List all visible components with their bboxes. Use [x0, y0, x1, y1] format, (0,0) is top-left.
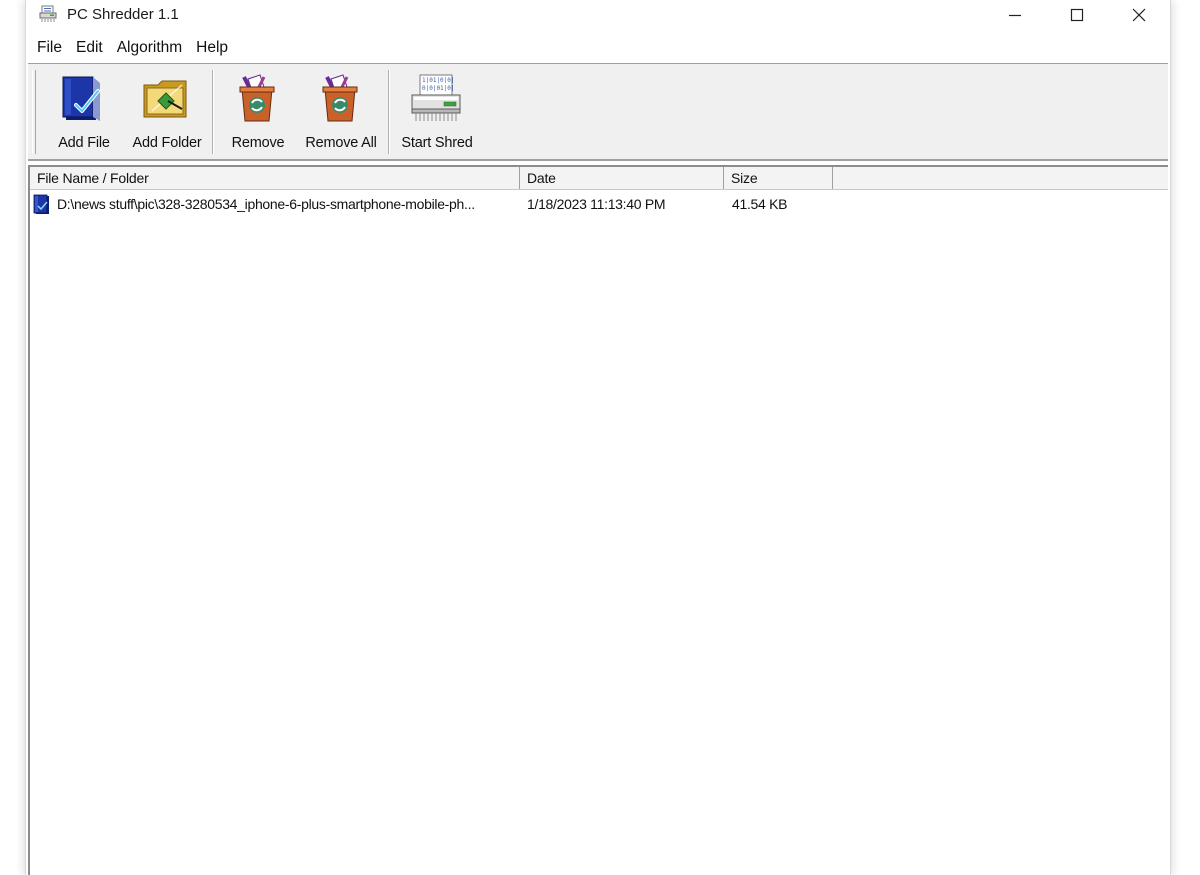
file-list[interactable]: File Name / Folder Date Size D:\news stu… [28, 165, 1168, 875]
file-icon [33, 194, 49, 214]
add-folder-label: Add Folder [132, 135, 202, 151]
menu-edit[interactable]: Edit [69, 37, 110, 59]
maximize-button[interactable] [1046, 0, 1108, 30]
shredder-app-icon [39, 5, 57, 22]
toolbar-grip[interactable] [32, 70, 36, 154]
window-title: PC Shredder 1.1 [67, 6, 179, 23]
menu-bar: File Edit Algorithm Help [26, 36, 1170, 60]
column-header-size[interactable]: Size [724, 167, 833, 189]
minimize-icon [1009, 14, 1021, 17]
toolbar: Add File Add Folder Remove Remove All 1|… [28, 63, 1168, 161]
file-path: D:\news stuff\pic\328-3280534_iphone-6-p… [57, 196, 475, 212]
remove-all-button[interactable]: Remove All [300, 68, 382, 156]
table-row[interactable]: D:\news stuff\pic\328-3280534_iphone-6-p… [30, 192, 1168, 218]
svg-text:1|01|0|0|: 1|01|0|0| [422, 77, 455, 84]
menu-file[interactable]: File [30, 37, 69, 59]
add-folder-button[interactable]: Add Folder [126, 68, 208, 156]
column-header-date[interactable]: Date [520, 167, 724, 189]
menu-help[interactable]: Help [189, 37, 235, 59]
toolbar-separator [212, 70, 214, 154]
minimize-button[interactable] [984, 0, 1046, 30]
start-shred-button[interactable]: 1|01|0|0| 0|0|01|0| Start Shred [394, 68, 480, 156]
app-window: PC Shredder 1.1 File Edit Algorithm Help [26, 0, 1170, 875]
remove-button[interactable]: Remove [226, 68, 290, 156]
recycle-bin-icon [322, 74, 358, 122]
add-file-button[interactable]: Add File [52, 68, 116, 156]
toolbar-separator [388, 70, 390, 154]
add-file-label: Add File [58, 135, 110, 151]
title-bar[interactable]: PC Shredder 1.1 [26, 0, 1170, 32]
menu-algorithm[interactable]: Algorithm [110, 37, 189, 59]
remove-label: Remove [231, 135, 285, 151]
maximize-icon [1070, 8, 1084, 22]
close-icon [1132, 8, 1146, 22]
add-file-icon [62, 76, 100, 121]
list-header: File Name / Folder Date Size [30, 167, 1168, 190]
file-date: 1/18/2023 11:13:40 PM [527, 196, 666, 212]
add-folder-icon [143, 80, 187, 118]
shredder-icon: 1|01|0|0| 0|0|01|0| [411, 74, 461, 121]
start-shred-label: Start Shred [401, 135, 473, 151]
remove-all-label: Remove All [305, 135, 377, 151]
column-header-name[interactable]: File Name / Folder [30, 167, 520, 189]
recycle-bin-icon [239, 74, 275, 122]
file-size: 41.54 KB [732, 196, 788, 212]
svg-text:0|0|01|0|: 0|0|01|0| [422, 85, 455, 92]
close-button[interactable] [1108, 0, 1170, 30]
